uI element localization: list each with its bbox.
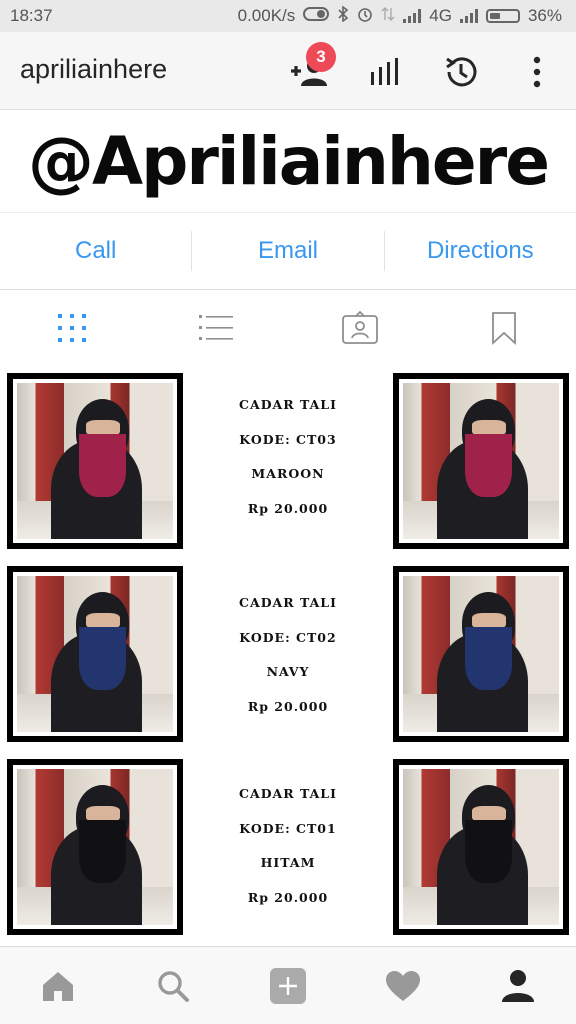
battery-level: 36% <box>527 6 562 25</box>
profile-app-bar: apriliainhere 3 <box>0 32 576 110</box>
veil-swatch <box>465 627 513 690</box>
post-thumbnail[interactable] <box>393 373 569 549</box>
profile-view-tabs <box>0 289 576 367</box>
veil-swatch <box>465 434 513 497</box>
home-icon <box>42 971 73 1001</box>
nav-home[interactable] <box>34 962 82 1010</box>
nav-search[interactable] <box>149 962 197 1010</box>
nav-new-post[interactable] <box>264 962 312 1010</box>
data-transfer-icon <box>381 6 395 26</box>
post-thumbnail[interactable] <box>7 373 183 549</box>
product-color: HITAM <box>260 855 316 871</box>
posts-grid: CADAR TALI KODE: CT03 MAROON Rp 20.000 C… <box>0 366 576 946</box>
post-thumbnail[interactable] <box>393 566 569 742</box>
product-label[interactable]: CADAR TALI KODE: CT03 MAROON Rp 20.000 <box>190 388 386 526</box>
insights-button[interactable] <box>362 50 406 94</box>
status-time: 18:37 <box>10 6 53 25</box>
product-price: Rp 20.000 <box>247 889 329 905</box>
post-thumbnail[interactable] <box>7 759 183 935</box>
veil-swatch <box>465 820 513 883</box>
tab-grid[interactable] <box>50 306 94 350</box>
veil-swatch <box>79 434 127 497</box>
bookmark-icon <box>492 311 516 345</box>
catalog-row: CADAR TALI KODE: CT02 NAVY Rp 20.000 <box>0 566 576 746</box>
directions-button[interactable]: Directions <box>385 237 576 265</box>
discover-people-button[interactable]: 3 <box>286 42 336 94</box>
email-button[interactable]: Email <box>192 237 383 265</box>
bottom-navigation <box>0 946 576 1024</box>
archive-button[interactable] <box>439 50 483 94</box>
product-code: KODE: CT02 <box>239 629 337 645</box>
post-thumbnail[interactable] <box>7 566 183 742</box>
toggle-icon <box>303 7 330 25</box>
bar-chart-icon <box>371 58 398 85</box>
tagged-icon <box>342 310 378 344</box>
nav-profile[interactable] <box>494 962 542 1010</box>
catalog-row: CADAR TALI KODE: CT03 MAROON Rp 20.000 <box>0 372 576 552</box>
tab-tagged[interactable] <box>338 306 382 350</box>
search-icon <box>158 970 189 1002</box>
nav-activity[interactable] <box>379 962 427 1010</box>
product-code: KODE: CT03 <box>239 431 337 447</box>
product-code: KODE: CT01 <box>239 820 337 836</box>
product-name: CADAR TALI <box>239 595 337 610</box>
product-color: MAROON <box>251 466 325 482</box>
bio-banner: @Apriliainhere <box>0 110 576 213</box>
battery-icon <box>485 9 520 23</box>
profile-icon <box>502 969 535 1002</box>
heart-icon <box>386 970 421 1001</box>
tab-list[interactable] <box>194 306 238 350</box>
grid-icon <box>58 313 86 342</box>
signal-icon-2 <box>459 9 478 23</box>
profile-username: apriliainhere <box>20 54 168 84</box>
product-price: Rp 20.000 <box>247 500 329 516</box>
veil-swatch <box>79 627 127 690</box>
product-label[interactable]: CADAR TALI KODE: CT02 NAVY Rp 20.000 <box>190 586 386 724</box>
more-options-button[interactable] <box>515 50 559 94</box>
contact-options: Call Email Directions <box>0 212 576 290</box>
product-price: Rp 20.000 <box>247 698 329 714</box>
veil-swatch <box>79 820 127 883</box>
add-post-icon <box>269 967 306 1004</box>
network-type: 4G <box>429 6 452 25</box>
signal-icon <box>403 9 422 23</box>
call-button[interactable]: Call <box>0 237 191 265</box>
list-icon <box>199 314 233 340</box>
more-vertical-icon <box>533 56 541 88</box>
history-icon <box>446 57 477 87</box>
notification-badge: 3 <box>306 42 336 72</box>
product-name: CADAR TALI <box>239 786 337 801</box>
alarm-icon <box>357 6 373 26</box>
tab-saved[interactable] <box>482 306 526 350</box>
post-thumbnail[interactable] <box>393 759 569 935</box>
product-name: CADAR TALI <box>239 397 337 412</box>
product-label[interactable]: CADAR TALI KODE: CT01 HITAM Rp 20.000 <box>190 777 386 915</box>
bluetooth-icon <box>337 5 349 26</box>
status-bar: 18:37 0.00K/s 4G 36% <box>0 0 576 32</box>
product-color: NAVY <box>266 664 310 680</box>
bio-handle-text: @Apriliainhere <box>28 122 550 200</box>
network-speed: 0.00K/s <box>237 6 296 25</box>
catalog-row: CADAR TALI KODE: CT01 HITAM Rp 20.000 <box>0 759 576 939</box>
